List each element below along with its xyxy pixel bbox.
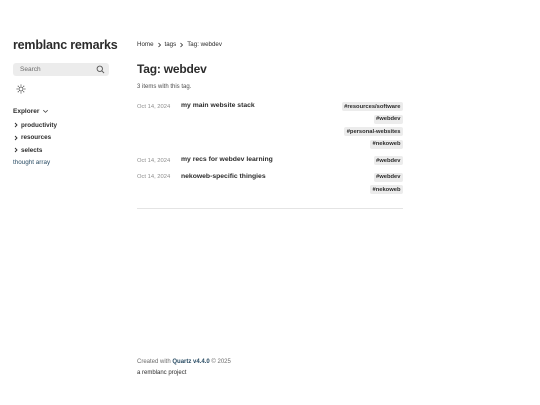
tag-chip[interactable]: #webdev — [373, 172, 403, 182]
explorer-toggle[interactable]: Explorer — [13, 108, 109, 115]
post-title-link[interactable]: my main website stack — [181, 102, 342, 109]
post-row: Oct 14, 2024 my recs for webdev learning… — [137, 156, 403, 165]
tag-chip[interactable]: #nekoweb — [369, 185, 403, 194]
main-content: Home tags Tag: webdev Tag: webdev 3 item… — [137, 41, 403, 209]
post-tags: #resources/software #webdev #personal-we… — [341, 102, 403, 149]
breadcrumb-tags[interactable]: tags — [165, 41, 177, 48]
explorer-item-label: selects — [21, 146, 43, 154]
page-title: Tag: webdev — [137, 62, 207, 76]
content-divider — [137, 208, 403, 209]
explorer-folder-productivity[interactable]: productivity — [13, 119, 109, 132]
footer-year: © 2025 — [211, 359, 231, 365]
chevron-right-icon — [157, 42, 162, 48]
tag-chip[interactable]: #webdev — [373, 156, 403, 165]
post-tags: #webdev — [373, 156, 403, 165]
quartz-link[interactable]: Quartz v4.4.0 — [172, 359, 209, 365]
explorer-item-label: resources — [21, 134, 52, 142]
post-row: Oct 14, 2024 nekoweb-specific thingies #… — [137, 172, 403, 194]
chevron-right-icon[interactable] — [13, 147, 19, 153]
chevron-down-icon — [42, 108, 49, 115]
explorer-folder-selects[interactable]: selects — [13, 144, 109, 157]
footer-credit: Created with Quartz v4.4.0 © 2025 — [137, 357, 231, 368]
explorer-item-label: productivity — [21, 121, 58, 129]
search-placeholder: Search — [20, 66, 41, 73]
explorer-title: Explorer — [13, 108, 40, 115]
tag-chip[interactable]: #personal-websites — [344, 127, 403, 136]
sun-icon[interactable] — [16, 84, 26, 94]
footer-created-prefix: Created with — [137, 359, 171, 365]
chevron-right-icon[interactable] — [13, 122, 19, 128]
tag-chip[interactable]: #nekoweb — [369, 139, 403, 149]
post-date: Oct 14, 2024 — [137, 157, 171, 164]
post-list: Oct 14, 2024 my main website stack #reso… — [137, 102, 403, 194]
post-date: Oct 14, 2024 — [137, 174, 171, 180]
search-icon[interactable] — [96, 65, 105, 74]
post-tags: #webdev #nekoweb — [369, 172, 403, 194]
explorer-file-thought-array[interactable]: thought array — [13, 157, 109, 170]
breadcrumb-home[interactable]: Home — [137, 41, 154, 48]
breadcrumb-current: Tag: webdev — [187, 41, 222, 48]
footer-project: a remblanc project — [137, 370, 187, 376]
explorer-folder-resources[interactable]: resources — [13, 132, 109, 145]
chevron-right-icon — [179, 42, 184, 48]
explorer-tree: productivity resources selects thought a… — [13, 119, 109, 169]
left-sidebar: remblanc remarks Search Explorer product… — [13, 38, 118, 169]
post-title-link[interactable]: my recs for webdev learning — [181, 156, 374, 163]
post-date: Oct 14, 2024 — [137, 103, 171, 110]
chevron-right-icon[interactable] — [13, 135, 19, 141]
post-row: Oct 14, 2024 my main website stack #reso… — [137, 102, 403, 149]
site-title[interactable]: remblanc remarks — [13, 38, 118, 52]
post-title-link[interactable]: nekoweb-specific thingies — [181, 173, 370, 180]
search-bar[interactable]: Search — [13, 63, 109, 76]
breadcrumb: Home tags Tag: webdev — [137, 41, 403, 48]
tag-count: 3 items with this tag. — [137, 84, 192, 90]
tag-chip[interactable]: #webdev — [373, 114, 403, 124]
tag-chip[interactable]: #resources/software — [341, 102, 403, 111]
footer: Created with Quartz v4.4.0 © 2025 a remb… — [137, 357, 231, 379]
